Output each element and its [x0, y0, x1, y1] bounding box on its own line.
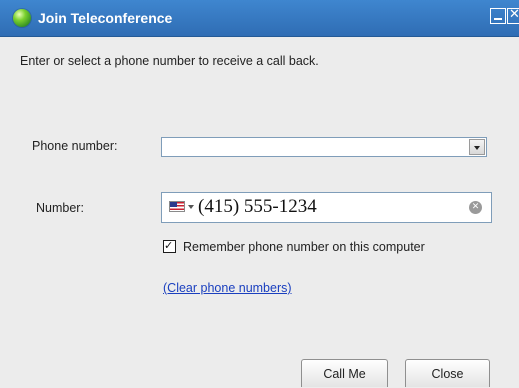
- clear-icon: ✕: [471, 202, 480, 212]
- instruction-text: Enter or select a phone number to receiv…: [20, 54, 319, 68]
- us-flag-icon[interactable]: [169, 201, 185, 212]
- close-button[interactable]: Close: [405, 359, 490, 387]
- close-icon: ✕: [509, 7, 519, 22]
- title-bar[interactable]: Join Teleconference ✕: [0, 0, 519, 37]
- number-label: Number:: [36, 201, 84, 215]
- phone-number-label: Phone number:: [32, 139, 118, 153]
- window-title: Join Teleconference: [38, 10, 173, 26]
- checkmark-icon: ✓: [164, 239, 174, 252]
- chevron-down-icon[interactable]: [469, 139, 485, 155]
- remember-checkbox[interactable]: ✓: [163, 239, 176, 253]
- close-window-button[interactable]: ✕: [507, 7, 519, 24]
- call-me-button[interactable]: Call Me: [301, 359, 388, 387]
- clear-number-button[interactable]: ✕: [469, 201, 482, 214]
- minimize-button[interactable]: [490, 8, 506, 24]
- number-input[interactable]: (415) 555-1234 ✕: [161, 192, 492, 223]
- clear-phone-numbers-link[interactable]: (Clear phone numbers): [163, 281, 292, 295]
- remember-label[interactable]: Remember phone number on this computer: [183, 240, 425, 254]
- join-teleconference-window: Join Teleconference ✕ Enter or select a …: [0, 0, 519, 387]
- globe-icon: [13, 9, 31, 27]
- phone-number-dropdown[interactable]: [161, 137, 487, 157]
- country-caret-icon[interactable]: [188, 205, 194, 209]
- number-value[interactable]: (415) 555-1234: [198, 196, 317, 218]
